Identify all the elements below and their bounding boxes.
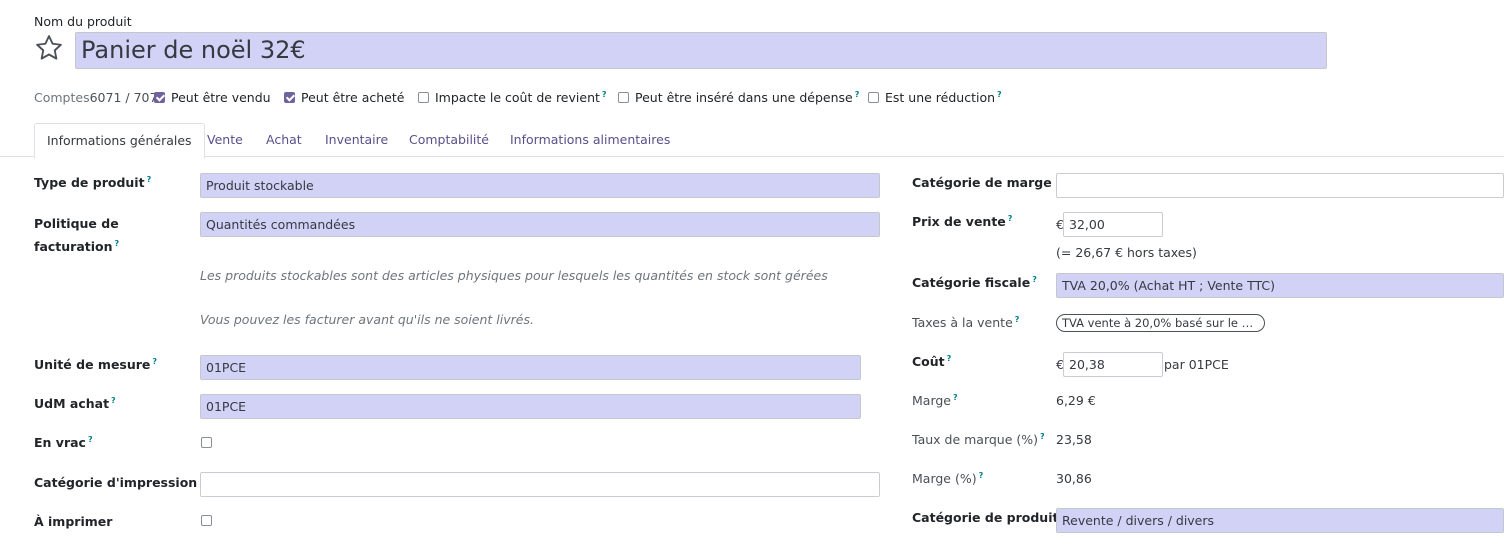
fiscal-category-label-text: Catégorie fiscale (912, 275, 1031, 291)
bulk-checkbox[interactable] (201, 437, 212, 448)
product-type-label: Type de produit? (34, 175, 151, 190)
margin-help-icon[interactable]: ? (953, 393, 958, 402)
print-category-input[interactable] (200, 472, 880, 497)
expense-label: Peut être inséré dans une dépense (635, 90, 853, 106)
uom-select[interactable]: 01PCE (200, 355, 861, 380)
product-category-label: Catégorie de produit (912, 510, 1059, 525)
margin-label-text: Marge (912, 393, 951, 409)
sale-tax-tag[interactable]: TVA vente à 20,0% basé sur le prix... (1056, 314, 1265, 332)
purchase-uom-label-text: UdM achat (34, 396, 110, 412)
option-discount[interactable]: Est une réduction? (868, 90, 1002, 105)
sale-taxes-label-text: Taxes à la vente (912, 315, 1013, 331)
product-type-label-text: Type de produit (34, 175, 145, 191)
can-be-sold-checkbox[interactable] (154, 92, 165, 103)
print-category-label: Catégorie d'impression (34, 475, 198, 490)
can-be-purchased-label: Peut être acheté (301, 90, 405, 105)
margin-pct-label-text: Marge (%) (912, 471, 977, 487)
markup-rate-label: Taux de marque (%)? (912, 432, 1045, 447)
invoice-policy-select[interactable]: Quantités commandées (200, 212, 880, 237)
margin-pct-value: 30,86 (1056, 471, 1092, 486)
can-be-purchased-checkbox[interactable] (284, 92, 295, 103)
product-name-label: Nom du produit (34, 14, 132, 29)
tab-food-information[interactable]: Informations alimentaires (498, 123, 682, 157)
purchase-uom-label: UdM achat? (34, 396, 116, 411)
fiscal-category-help-icon[interactable]: ? (1032, 275, 1037, 284)
product-type-help-icon[interactable]: ? (147, 175, 152, 184)
impacts-cost-label: Impacte le coût de revient (435, 90, 600, 106)
uom-label: Unité de mesure? (34, 357, 157, 372)
option-can-be-purchased[interactable]: Peut être acheté (284, 90, 404, 105)
margin-category-label: Catégorie de marge (912, 175, 1052, 190)
can-be-sold-label: Peut être vendu (171, 90, 271, 105)
fiscal-category-select[interactable]: TVA 20,0% (Achat HT ; Vente TTC) (1056, 273, 1504, 298)
sale-price-label-text: Prix de vente (912, 214, 1006, 230)
discount-checkbox[interactable] (868, 92, 879, 104)
uom-label-text: Unité de mesure (34, 357, 151, 373)
invoice-policy-label-line2: facturation (34, 239, 113, 255)
stockable-hint: Les produits stockables sont des article… (200, 268, 828, 283)
tab-purchase[interactable]: Achat (254, 123, 314, 157)
impacts-cost-checkbox[interactable] (418, 92, 429, 104)
margin-value: 6,29 € (1056, 393, 1096, 408)
sale-taxes-label: Taxes à la vente? (912, 315, 1019, 330)
invoice-policy-help-icon[interactable]: ? (115, 239, 120, 248)
tab-sale[interactable]: Vente (195, 123, 255, 157)
sale-price-help-icon[interactable]: ? (1008, 214, 1013, 223)
tab-accounting[interactable]: Comptabilité (397, 123, 501, 157)
sale-price-label: Prix de vente? (912, 214, 1012, 229)
uom-help-icon[interactable]: ? (152, 357, 157, 366)
fiscal-category-label: Catégorie fiscale? (912, 275, 1037, 290)
discount-label: Est une réduction (885, 90, 996, 106)
accounts-value: 6071 / 707 (89, 90, 158, 105)
favorite-star-icon[interactable] (34, 33, 64, 63)
impacts-cost-help-icon[interactable]: ? (602, 90, 607, 99)
bulk-label: En vrac? (34, 435, 93, 450)
option-expense[interactable]: Peut être inséré dans une dépense? (618, 90, 859, 105)
option-impacts-cost[interactable]: Impacte le coût de revient? (418, 90, 607, 105)
invoice-hint: Vous pouvez les facturer avant qu'ils ne… (200, 312, 534, 327)
expense-help-icon[interactable]: ? (855, 90, 860, 99)
sale-taxes-help-icon[interactable]: ? (1015, 315, 1020, 324)
margin-pct-label: Marge (%)? (912, 471, 983, 486)
margin-label: Marge? (912, 393, 958, 408)
discount-help-icon[interactable]: ? (997, 90, 1002, 99)
cost-help-icon[interactable]: ? (947, 354, 952, 363)
accounts-label: Comptes (34, 90, 90, 105)
option-can-be-sold[interactable]: Peut être vendu (154, 90, 271, 105)
product-type-select[interactable]: Produit stockable (200, 173, 880, 198)
cost-label: Coût? (912, 354, 951, 369)
accounts-display: Comptes6071 / 707 (34, 90, 157, 105)
to-print-label: À imprimer (34, 514, 113, 529)
bulk-help-icon[interactable]: ? (88, 435, 93, 444)
markup-rate-value: 23,58 (1056, 432, 1092, 447)
margin-pct-help-icon[interactable]: ? (979, 471, 984, 480)
tab-general-information[interactable]: Informations générales (34, 123, 205, 159)
tab-inventory[interactable]: Inventaire (313, 123, 400, 157)
cost-label-text: Coût (912, 354, 945, 370)
expense-checkbox[interactable] (618, 92, 629, 104)
sale-price-input[interactable]: 32,00 (1063, 212, 1163, 237)
markup-rate-help-icon[interactable]: ? (1040, 432, 1045, 441)
cost-unit: par 01PCE (1164, 357, 1229, 372)
purchase-uom-select[interactable]: 01PCE (200, 394, 861, 419)
cost-input[interactable]: 20,38 (1063, 352, 1163, 377)
invoice-policy-label-line1: Politique de (34, 216, 119, 231)
product-name-input[interactable]: Panier de noël 32€ (75, 32, 1327, 69)
bulk-label-text: En vrac (34, 435, 86, 451)
invoice-policy-label: Politique de facturation? (34, 214, 119, 257)
sale-price-excl-tax: (= 26,67 € hors taxes) (1056, 245, 1197, 260)
markup-rate-label-text: Taux de marque (%) (912, 432, 1039, 448)
purchase-uom-help-icon[interactable]: ? (111, 396, 116, 405)
margin-category-input[interactable] (1056, 173, 1504, 198)
product-category-select[interactable]: Revente / divers / divers (1056, 508, 1504, 533)
to-print-checkbox[interactable] (201, 515, 212, 526)
